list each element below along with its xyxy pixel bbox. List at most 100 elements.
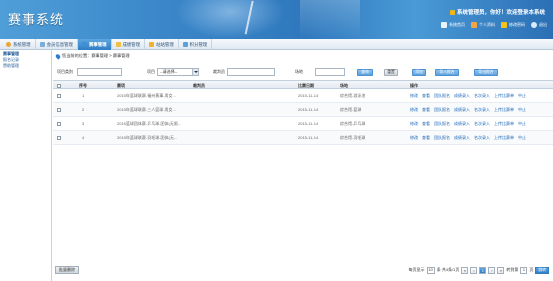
sidebar: 赛事管理 报名记录 赞助管理	[0, 50, 52, 281]
row-action-link[interactable]: 中止	[518, 107, 526, 113]
row-event: 2015篮球团体赛-乒乓球-团体(无限...	[117, 120, 182, 126]
location-pin-icon	[54, 52, 62, 60]
row-action-link[interactable]: 团队报名	[434, 121, 450, 127]
row-checkbox[interactable]	[57, 131, 61, 144]
user-icon	[471, 22, 477, 28]
table-row: 4 2015年篮球联赛-羽毛球-团体(无... 2015-11-14 综合馆-羽毛球 修…	[53, 131, 553, 145]
welcome-message: 系统管理员，你好！欢迎登录本系统	[456, 10, 545, 16]
row-action-link[interactable]: 上传比赛单	[494, 135, 514, 141]
first-page-button[interactable]: «	[461, 266, 469, 274]
row-checkbox[interactable]	[57, 103, 61, 116]
go-button[interactable]: 跳转	[535, 266, 549, 274]
row-action-link[interactable]: 上传比赛单	[494, 121, 514, 127]
filter-bar: 项目类别 项目 --请选择-- 裁判员 场地 查询 重置 添加 导入报名 导出报…	[53, 65, 553, 79]
page-size-select[interactable]: 10	[426, 266, 435, 274]
home-link[interactable]: 系统首页	[441, 22, 465, 28]
app-header: 赛事系统 系统管理员，你好！欢迎登录本系统 系统首页 个人资料 修改密码 退出	[0, 0, 553, 39]
row-checkbox[interactable]	[57, 89, 61, 102]
row-action-link[interactable]: 查看	[422, 135, 430, 141]
row-action-link[interactable]: 修改	[410, 121, 418, 127]
tab-system[interactable]: 系统管理	[2, 39, 36, 50]
row-action-link[interactable]: 修改	[410, 107, 418, 113]
row-action-link[interactable]: 查看	[422, 93, 430, 99]
row-event: 2015年篮球联赛-三人篮球-男女...	[117, 106, 176, 112]
row-venue: 综合馆-游泳池	[340, 92, 366, 98]
row-date: 2015-11-14	[298, 107, 319, 112]
current-page[interactable]: 1	[479, 266, 487, 274]
row-venue: 综合馆-篮球	[340, 106, 362, 112]
row-checkbox[interactable]	[57, 117, 61, 130]
row-action-link[interactable]: 团队报名	[434, 135, 450, 141]
row-action-link[interactable]: 名次录入	[474, 135, 490, 141]
row-action-link[interactable]: 成绩录入	[454, 93, 470, 99]
category-label: 项目类别	[57, 69, 73, 74]
row-actions: 修改 查看 团队报名 成绩录入 名次录入 上传比赛单 中止	[410, 89, 528, 102]
row-action-link[interactable]: 中止	[518, 135, 526, 141]
header-banner-glow	[175, 0, 285, 39]
row-action-link[interactable]: 名次录入	[474, 121, 490, 127]
member-icon	[39, 42, 45, 47]
tab-score[interactable]: 成绩管理	[112, 39, 146, 50]
row-venue: 综合馆-乒乓球	[340, 120, 366, 126]
tab-member[interactable]: 会员信息管理	[36, 39, 78, 50]
table-footer: 批量删除 每页显示 10 条 共4条/1页 « ‹ 1 › » 转到第 1 页 …	[53, 264, 553, 276]
chart-icon	[182, 42, 188, 47]
header-banner-light	[300, 0, 360, 39]
row-action-link[interactable]: 名次录入	[474, 93, 490, 99]
row-action-link[interactable]: 成绩录入	[454, 107, 470, 113]
batch-delete-button[interactable]: 批量删除	[55, 266, 79, 274]
row-no: 4	[82, 135, 85, 140]
row-event: 2015年篮球联赛-福州黄事-男女...	[117, 92, 176, 98]
goto-label: 转到第	[506, 267, 519, 272]
row-action-link[interactable]: 上传比赛单	[494, 93, 514, 99]
category-input[interactable]	[77, 68, 122, 76]
referee-input[interactable]	[227, 68, 275, 76]
row-action-link[interactable]: 名次录入	[474, 107, 490, 113]
reset-button[interactable]: 重置	[384, 69, 398, 76]
project-label: 项目	[147, 69, 155, 74]
row-action-link[interactable]: 上传比赛单	[494, 107, 514, 113]
app-title: 赛事系统	[8, 13, 65, 28]
row-action-link[interactable]: 团队报名	[434, 93, 450, 99]
row-date: 2015-11-14	[298, 93, 319, 98]
row-action-link[interactable]: 成绩录入	[454, 135, 470, 141]
prev-page-button[interactable]: ‹	[470, 266, 478, 274]
next-page-button[interactable]: ›	[488, 266, 496, 274]
tab-points[interactable]: 积分管理	[179, 39, 213, 50]
row-action-link[interactable]: 修改	[410, 93, 418, 99]
logout-link[interactable]: 退出	[531, 22, 547, 28]
row-action-link[interactable]: 中止	[518, 93, 526, 99]
row-action-link[interactable]: 修改	[410, 135, 418, 141]
search-button[interactable]: 查询	[357, 69, 373, 76]
row-action-link[interactable]: 查看	[422, 107, 430, 113]
table-row: 1 2015年篮球联赛-福州黄事-男女... 2015-11-14 综合馆-游泳池 修改…	[53, 89, 553, 103]
referee-label: 裁判员	[213, 69, 225, 74]
row-no: 3	[82, 121, 85, 126]
row-action-link[interactable]: 成绩录入	[454, 121, 470, 127]
venue-input[interactable]	[315, 68, 345, 76]
row-action-link[interactable]: 中止	[518, 121, 526, 127]
sidebar-item-sponsor[interactable]: 赞助管理	[0, 62, 51, 68]
table-body: 1 2015年篮球联赛-福州黄事-男女... 2015-11-14 综合馆-游泳池 修改…	[53, 89, 553, 145]
import-registration-button[interactable]: 导入报名	[435, 69, 459, 76]
table-row: 2 2015年篮球联赛-三人篮球-男女... 2015-11-14 综合馆-篮球 修改查…	[53, 103, 553, 117]
add-button[interactable]: 添加	[412, 69, 426, 76]
records-text: 条 共4条/1页	[436, 267, 460, 272]
row-actions: 修改 查看 团队报名 成绩录入 名次录入 上传比赛单 中止	[410, 117, 528, 130]
row-action-link[interactable]: 团队报名	[434, 107, 450, 113]
tab-event[interactable]: 赛事管理	[77, 39, 112, 50]
goto-page-input[interactable]: 1	[520, 266, 528, 274]
project-select[interactable]: --请选择--	[157, 68, 199, 76]
change-password-link[interactable]: 修改密码	[501, 22, 525, 28]
last-page-button[interactable]: »	[497, 266, 505, 274]
row-no: 1	[82, 93, 85, 98]
row-actions: 修改 查看 团队报名 成绩录入 名次录入 上传比赛单 中止	[410, 131, 528, 144]
event-icon	[81, 42, 87, 47]
row-date: 2015-11-14	[298, 135, 319, 140]
tab-station[interactable]: 站站管理	[145, 39, 179, 50]
breadcrumb: 您当前的位置：赛事管理 > 赛事管理	[54, 52, 130, 60]
main-nav: 系统管理 会员信息管理 赛事管理 成绩管理 站站管理 积分管理	[0, 39, 553, 50]
export-registration-button[interactable]: 导出报名	[474, 69, 498, 76]
profile-link[interactable]: 个人资料	[471, 22, 495, 28]
row-action-link[interactable]: 查看	[422, 121, 430, 127]
